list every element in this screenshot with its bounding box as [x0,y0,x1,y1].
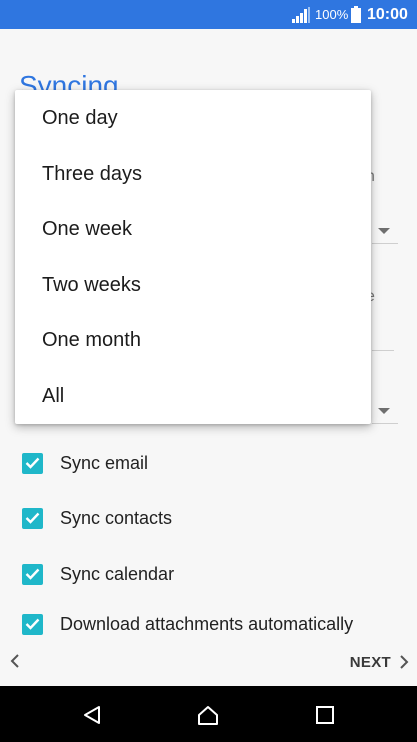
chevron-left-icon[interactable] [9,652,21,670]
checkmark-icon [25,618,40,630]
sync-contacts-checkbox[interactable] [22,507,43,529]
download-attachments-option[interactable]: Download attachments automatically [22,611,353,637]
menu-item-one-day[interactable]: One day [15,91,371,146]
divider [372,423,398,424]
divider [372,243,398,244]
menu-item-one-week[interactable]: One week [15,202,371,257]
battery-percent: 100% [315,7,349,22]
status-bar: 100% 10:00 [0,0,417,29]
menu-item-one-month[interactable]: One month [15,313,371,368]
sync-email-option[interactable]: Sync email [22,450,148,476]
sync-contacts-label: Sync contacts [60,507,173,528]
clock: 10:00 [367,6,408,23]
sync-calendar-label: Sync calendar [60,563,175,584]
battery-icon [351,6,361,23]
sync-contacts-option[interactable]: Sync contacts [22,505,172,531]
checkmark-icon [25,568,40,580]
wizard-nav: NEXT [0,640,417,686]
download-attachments-label: Download attachments automatically [60,613,354,634]
chevron-right-icon [400,655,409,669]
sync-calendar-checkbox[interactable] [22,563,43,585]
sync-calendar-option[interactable]: Sync calendar [22,561,174,587]
sync-email-checkbox[interactable] [22,452,43,474]
chevron-down-icon[interactable] [378,408,390,414]
system-nav-bar [0,686,417,742]
recents-icon[interactable] [314,704,336,726]
chevron-down-icon[interactable] [378,228,390,234]
divider [372,350,394,351]
menu-item-two-weeks[interactable]: Two weeks [15,258,371,313]
checkmark-icon [25,457,40,469]
menu-item-three-days[interactable]: Three days [15,147,371,202]
sync-email-label: Sync email [60,452,149,473]
home-icon[interactable] [197,704,219,726]
signal-icon [292,7,310,23]
next-label: NEXT [349,653,391,671]
menu-item-all[interactable]: All [15,369,371,424]
back-icon[interactable] [81,704,103,726]
sync-period-menu: One day Three days One week Two weeks On… [15,90,371,424]
next-button[interactable]: NEXT [350,649,409,675]
checkmark-icon [25,512,40,524]
download-attachments-checkbox[interactable] [22,613,43,635]
